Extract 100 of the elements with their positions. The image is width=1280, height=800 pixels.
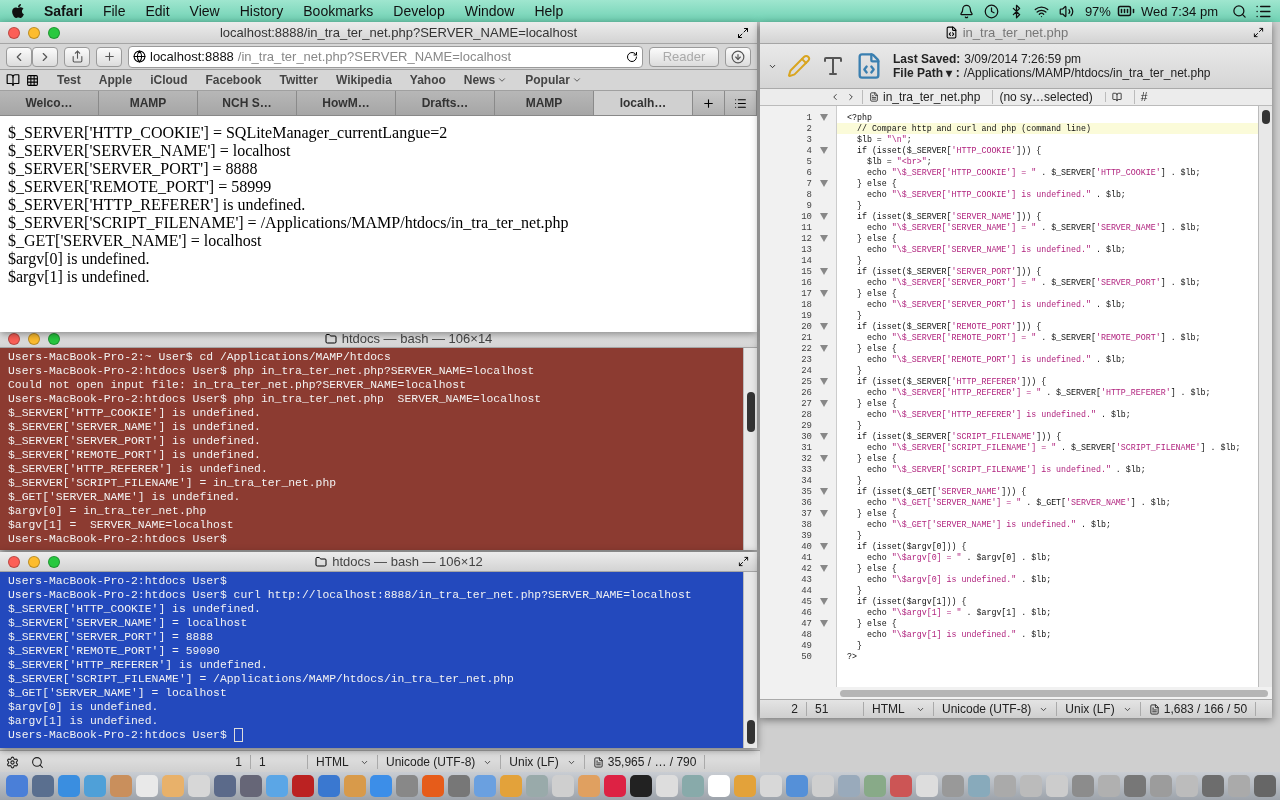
bookmark-link[interactable]: Wikipedia xyxy=(329,73,398,87)
horizontal-scroll-bar[interactable] xyxy=(760,687,1272,699)
close-button[interactable] xyxy=(8,332,20,345)
fold-triangle-icon[interactable] xyxy=(820,488,828,495)
zoom-button[interactable] xyxy=(48,26,60,39)
fold-triangle-icon[interactable] xyxy=(820,268,828,275)
fold-triangle-icon[interactable] xyxy=(820,510,828,517)
minimize-button[interactable] xyxy=(28,332,40,345)
fold-triangle-icon[interactable] xyxy=(820,400,828,407)
previous-icon[interactable] xyxy=(830,92,840,102)
fold-triangle-icon[interactable] xyxy=(820,433,828,440)
fold-triangle-icon[interactable] xyxy=(820,290,828,297)
browser-tab[interactable]: NCH S… xyxy=(198,91,297,115)
grid-icon[interactable] xyxy=(26,73,39,87)
browser-tab[interactable]: localh… xyxy=(594,91,693,115)
minimize-button[interactable] xyxy=(28,555,40,568)
fold-triangle-icon[interactable] xyxy=(820,114,828,121)
fold-triangle-icon[interactable] xyxy=(820,180,828,187)
fullscreen-icon[interactable] xyxy=(737,26,749,39)
encoding-popup[interactable]: Unicode (UTF-8) xyxy=(378,755,502,769)
fold-triangle-icon[interactable] xyxy=(820,323,828,330)
pencil-icon[interactable] xyxy=(787,54,811,78)
line-indicator: 2 xyxy=(760,702,807,716)
address-field[interactable]: localhost:8888 /in_tra_ter_net.php?SERVER_NAME=localhost xyxy=(128,45,643,68)
forward-button[interactable] xyxy=(32,46,58,67)
add-button[interactable] xyxy=(96,46,122,67)
line-number: 8 xyxy=(805,189,812,200)
bookmark-link[interactable]: Yahoo xyxy=(403,73,452,87)
zoom-button[interactable] xyxy=(48,555,60,568)
bookmark-link[interactable]: Popular xyxy=(519,73,588,87)
fullscreen-icon[interactable] xyxy=(1253,27,1264,38)
fold-triangle-icon[interactable] xyxy=(820,620,828,627)
bookmark-link[interactable]: Facebook xyxy=(199,73,268,87)
bell-icon[interactable] xyxy=(958,3,974,19)
scroll-bar[interactable] xyxy=(743,348,757,550)
language-popup[interactable]: HTML xyxy=(864,702,934,716)
downloads-button[interactable] xyxy=(725,46,751,67)
scroll-bar[interactable] xyxy=(1258,106,1272,687)
line-endings-popup[interactable]: Unix (LF) xyxy=(501,755,585,769)
text-options-icon[interactable] xyxy=(821,54,845,78)
menu-item[interactable]: Bookmarks xyxy=(293,3,384,19)
fold-triangle-icon[interactable] xyxy=(820,147,828,154)
symbol-popup[interactable]: (no sy…selected) xyxy=(992,90,1099,104)
code-line: } else { xyxy=(855,618,898,629)
wifi-icon[interactable] xyxy=(1033,3,1049,19)
app-icon[interactable] xyxy=(630,775,652,797)
bookmark-link[interactable]: News xyxy=(457,73,514,87)
fold-triangle-icon[interactable] xyxy=(820,565,828,572)
menu-item[interactable]: Help xyxy=(524,3,574,19)
book-icon[interactable] xyxy=(6,73,20,87)
browser-tab[interactable]: MAMP xyxy=(495,91,594,115)
browser-tab[interactable]: HowM… xyxy=(297,91,396,115)
fold-triangle-icon[interactable] xyxy=(820,213,828,220)
next-icon[interactable] xyxy=(846,92,856,102)
volume-icon[interactable] xyxy=(1058,3,1074,19)
back-button[interactable] xyxy=(6,46,32,67)
new-tab-button[interactable] xyxy=(693,91,725,115)
battery-percentage[interactable]: 97% xyxy=(1078,3,1117,19)
close-button[interactable] xyxy=(8,555,20,568)
reload-icon[interactable] xyxy=(626,50,638,63)
fold-triangle-icon[interactable] xyxy=(820,235,828,242)
close-button[interactable] xyxy=(8,26,20,39)
menu-item[interactable]: File xyxy=(92,3,136,19)
menu-item[interactable]: History xyxy=(229,3,294,19)
menu-clock[interactable]: Wed 7:34 pm xyxy=(1134,3,1224,19)
menu-item[interactable]: Window xyxy=(454,3,525,19)
menu-item[interactable]: Edit xyxy=(135,3,180,19)
file-path-label[interactable]: File Path ▾ : xyxy=(893,66,960,80)
bookmark-link[interactable]: Test xyxy=(51,73,87,87)
minimize-button[interactable] xyxy=(28,26,40,39)
menu-item[interactable]: View xyxy=(179,3,230,19)
bookmark-link[interactable]: iCloud xyxy=(144,73,194,87)
tab-overview-button[interactable] xyxy=(725,91,757,115)
fold-triangle-icon[interactable] xyxy=(820,345,828,352)
share-button[interactable] xyxy=(64,46,90,67)
fold-triangle-icon[interactable] xyxy=(820,378,828,385)
fold-triangle-icon[interactable] xyxy=(820,543,828,550)
file-popup[interactable]: in_tra_ter_net.php xyxy=(862,90,987,104)
browser-tab[interactable]: Welco… xyxy=(0,91,99,115)
bookmark-link[interactable]: Apple xyxy=(92,73,139,87)
language-popup[interactable]: HTML xyxy=(308,755,378,769)
clock-icon[interactable] xyxy=(983,3,999,19)
browser-tab[interactable]: MAMP xyxy=(99,91,198,115)
counterpart-menu[interactable]: # xyxy=(1133,90,1154,104)
fullscreen-icon[interactable] xyxy=(738,556,749,567)
settings-icon[interactable] xyxy=(6,755,19,769)
page-text: $_SERVER['SERVER_PORT'] = 8888 xyxy=(8,160,259,178)
line-endings-popup[interactable]: Unix (LF) xyxy=(1057,702,1141,716)
browser-tab[interactable]: Drafts… xyxy=(396,91,495,115)
scroll-bar[interactable] xyxy=(743,572,757,748)
bookmark-link[interactable]: Twitter xyxy=(273,73,324,87)
search-icon[interactable] xyxy=(1232,3,1247,19)
menu-item[interactable]: Develop xyxy=(383,3,455,19)
zoom-button[interactable] xyxy=(48,332,60,345)
apple-logo-icon[interactable] xyxy=(10,3,26,19)
fold-triangle-icon[interactable] xyxy=(820,455,828,462)
fold-triangle-icon[interactable] xyxy=(820,598,828,605)
app-menu[interactable]: Safari xyxy=(34,3,93,19)
search-icon[interactable] xyxy=(31,755,44,769)
encoding-popup[interactable]: Unicode (UTF-8) xyxy=(934,702,1058,716)
